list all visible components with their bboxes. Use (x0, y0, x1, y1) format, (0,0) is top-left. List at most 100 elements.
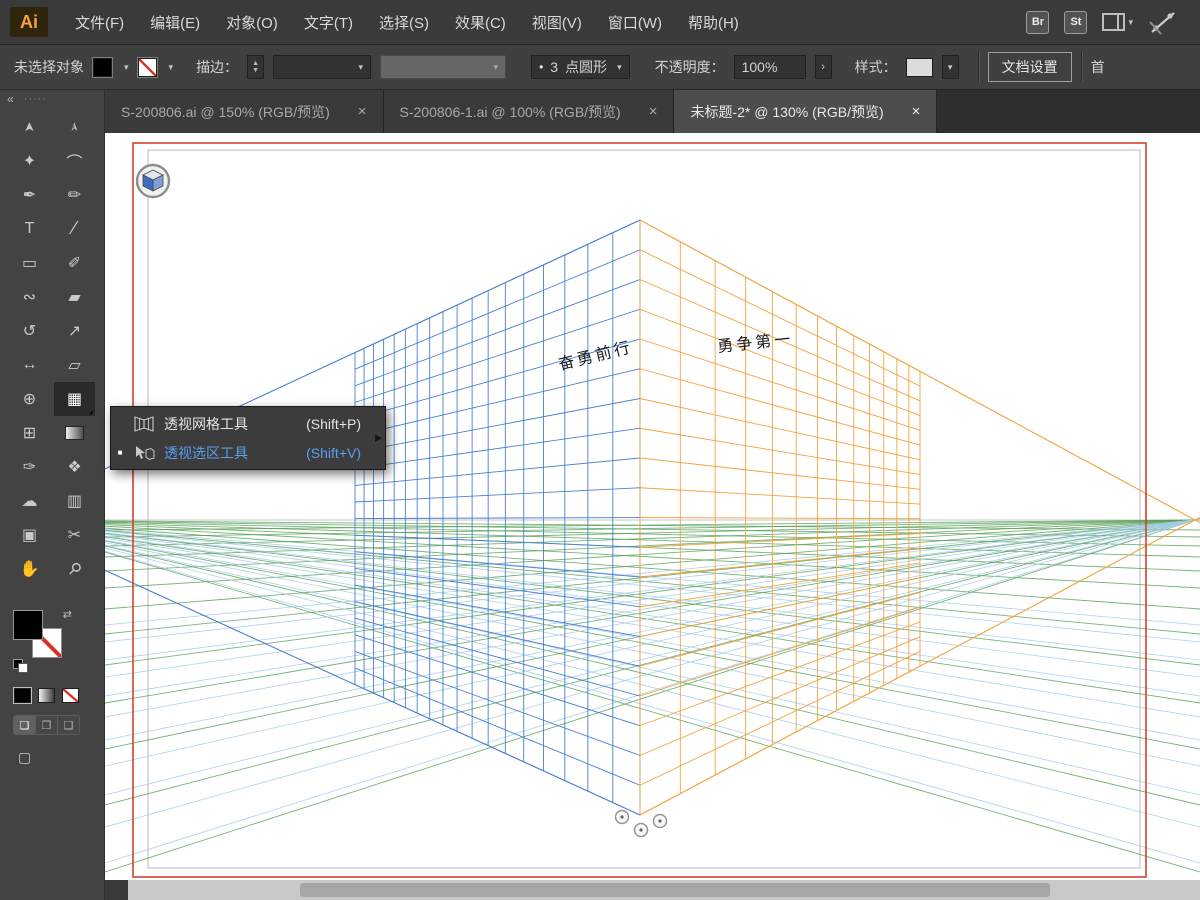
swap-fill-stroke-icon[interactable]: ⇄ (63, 608, 72, 621)
collapse-panel-icon[interactable]: « (7, 92, 14, 106)
stepper-down-icon[interactable]: ▼ (252, 67, 259, 74)
style-caret-icon[interactable]: ▾ (941, 55, 959, 79)
menu-type[interactable]: 文字(T) (291, 0, 366, 45)
menu-select[interactable]: 选择(S) (366, 0, 442, 45)
stroke-weight-label: 描边： (196, 59, 239, 75)
draw-inside-button[interactable]: ❑ (58, 716, 79, 734)
type-tool-icon: T (24, 220, 35, 237)
shape-builder-tool[interactable]: ⊕ (9, 382, 50, 416)
none-button[interactable] (62, 688, 79, 703)
fill-color-swatch[interactable] (93, 57, 112, 77)
eraser-tool[interactable]: ▰ (54, 280, 95, 314)
flyout-item-perspective-grid[interactable]: 透视网格工具 (Shift+P) (111, 409, 385, 438)
menu-effect[interactable]: 效果(C) (442, 0, 519, 45)
menu-help[interactable]: 帮助(H) (675, 0, 752, 45)
horizontal-scrollbar[interactable] (105, 880, 1200, 900)
opacity-panel-arrow-icon[interactable]: › (814, 55, 832, 79)
zoom-tool[interactable]: ⚲ (54, 552, 95, 586)
free-transform-tool-icon: ▱ (68, 357, 81, 374)
direct-selection-tool[interactable]: ➢ (54, 110, 95, 144)
column-graph-tool[interactable]: ▥ (54, 484, 95, 518)
chevron-down-icon[interactable]: ▾ (359, 62, 364, 73)
magic-wand-tool[interactable]: ✦ (9, 144, 50, 178)
symbol-sprayer-tool-icon: ☁ (21, 493, 38, 510)
width-tool[interactable]: ↔ (9, 348, 50, 382)
rotate-tool-icon: ↺ (22, 323, 37, 340)
rectangle-tool[interactable]: ▭ (9, 246, 50, 280)
canvas-area[interactable]: 奋勇前行 勇争第一 (105, 133, 1200, 880)
app-logo[interactable]: Ai (10, 7, 48, 37)
stepper-up-icon[interactable]: ▲ (252, 60, 259, 67)
rotate-tool[interactable]: ↺ (9, 314, 50, 348)
lasso-tool[interactable]: ⌒ (54, 144, 95, 178)
artboard-tool[interactable]: ▣ (9, 518, 50, 552)
bridge-icon[interactable]: Br (1026, 10, 1050, 34)
menu-object[interactable]: 对象(O) (213, 0, 291, 45)
perspective-grid-tool[interactable]: ▦ (54, 382, 95, 416)
stock-icon[interactable]: St (1064, 10, 1088, 34)
symbol-sprayer-tool[interactable]: ☁ (9, 484, 50, 518)
menu-window[interactable]: 窗口(W) (595, 0, 675, 45)
flyout-item-perspective-selection[interactable]: ■ 透视选区工具 (Shift+V) (111, 438, 385, 467)
pen-tool[interactable]: ✒ (9, 178, 50, 212)
stroke-caret-icon[interactable]: ▾ (169, 62, 174, 73)
stroke-weight-stepper[interactable]: ▲ ▼ (247, 55, 265, 79)
color-button[interactable] (13, 687, 32, 704)
menu-edit[interactable]: 编辑(E) (137, 0, 213, 45)
workspace-switcher[interactable]: ▾ (1102, 13, 1133, 31)
selection-tool[interactable]: ➤ (9, 110, 50, 144)
draw-behind-button[interactable]: ❐ (36, 716, 58, 734)
eyedropper-tool[interactable]: ✑ (9, 450, 50, 484)
scrollbar-thumb[interactable] (299, 883, 1050, 897)
mesh-tool[interactable]: ⊞ (9, 416, 50, 450)
close-tab-icon[interactable]: × (358, 103, 367, 120)
default-fill-stroke-icon2[interactable] (18, 663, 28, 673)
column-graph-tool-icon: ▥ (66, 493, 83, 510)
graphic-style-swatch[interactable] (905, 57, 933, 77)
paintbrush-tool[interactable]: ✐ (54, 246, 95, 280)
fill-caret-icon[interactable]: ▾ (124, 62, 129, 73)
free-transform-tool[interactable]: ▱ (54, 348, 95, 382)
pencil-tool[interactable]: ✏ (54, 178, 95, 212)
document-setup-button[interactable]: 文档设置 (987, 52, 1072, 82)
tools-panel-header: « ····· (0, 90, 104, 108)
preferences-button-partial[interactable]: 首 (1091, 57, 1105, 77)
close-tab-icon[interactable]: × (912, 103, 921, 120)
opacity-input[interactable]: 100% (733, 55, 806, 79)
close-tab-icon[interactable]: × (649, 103, 658, 120)
red-artwork-rectangle[interactable] (132, 142, 1147, 878)
hand-tool[interactable]: ✋ (9, 552, 50, 586)
gradient-button[interactable] (38, 688, 55, 703)
scrollbar-track[interactable] (128, 880, 1200, 900)
scale-tool[interactable]: ↗ (54, 314, 95, 348)
blend-tool[interactable]: ❖ (54, 450, 95, 484)
document-tab-1[interactable]: S-200806.ai @ 150% (RGB/预览) × (105, 90, 384, 133)
document-tab-3-active[interactable]: 未标题-2* @ 130% (RGB/预览) × (674, 90, 938, 133)
menubar-right-icons: Br St ▾ (1026, 8, 1200, 36)
left-wall-text[interactable]: 奋勇前行 (556, 337, 634, 374)
brush-definition-combo[interactable]: • 3 点圆形 ▾ (531, 55, 630, 79)
document-tab-2[interactable]: S-200806-1.ai @ 100% (RGB/预览) × (383, 90, 675, 133)
fill-swatch[interactable] (13, 610, 43, 640)
mesh-tool-icon: ⊞ (22, 425, 37, 442)
chevron-down-icon[interactable]: ▾ (617, 62, 622, 73)
chevron-down-icon: ▾ (493, 61, 499, 72)
slice-tool[interactable]: ✂ (54, 518, 95, 552)
menu-view[interactable]: 视图(V) (519, 0, 595, 45)
stroke-weight-combo[interactable]: ▾ (273, 55, 372, 79)
gpu-performance-icon[interactable] (1148, 8, 1178, 36)
type-tool[interactable]: T (9, 212, 50, 246)
right-wall-text[interactable]: 勇争第一 (716, 329, 794, 356)
line-segment-tool[interactable]: ∕ (54, 212, 95, 246)
draw-normal-button[interactable]: ❏ (14, 716, 36, 734)
stroke-color-swatch[interactable] (137, 57, 157, 77)
opacity-value: 100% (741, 59, 778, 75)
panel-grip-icon[interactable]: ····· (24, 94, 47, 105)
menu-file[interactable]: 文件(F) (62, 0, 137, 45)
shaper-tool[interactable]: ∾ (9, 280, 50, 314)
gradient-tool[interactable] (54, 416, 95, 450)
menu-bar: Ai 文件(F) 编辑(E) 对象(O) 文字(T) 选择(S) 效果(C) 视… (0, 0, 1200, 45)
flyout-tear-arrow-icon[interactable]: ▶ (375, 433, 382, 444)
screen-mode-button[interactable]: ▢ (18, 749, 104, 766)
plane-switching-widget[interactable] (135, 163, 171, 199)
